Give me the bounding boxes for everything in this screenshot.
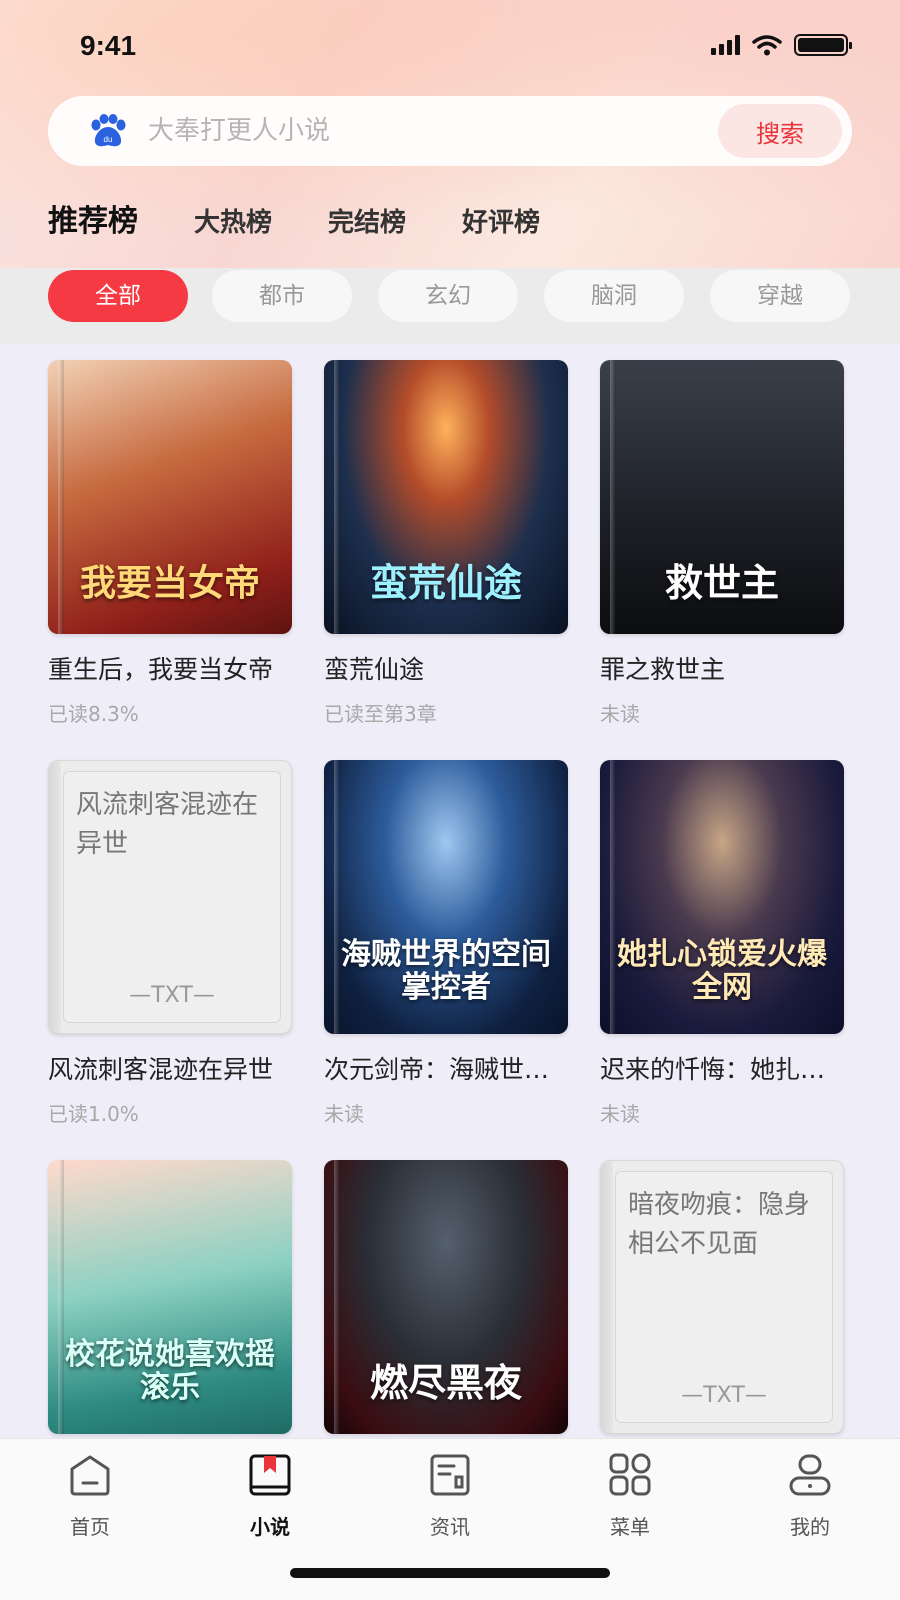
svg-text:du: du	[104, 135, 113, 144]
chip-imaginative[interactable]: 脑洞	[544, 270, 684, 322]
book-card[interactable]: 蛮荒仙途 蛮荒仙途 已读至第3章	[324, 360, 568, 727]
placeholder-page: 风流刺客混迹在异世 —TXT—	[63, 771, 281, 1023]
cover-title: 她扎心锁爱火爆全网	[617, 937, 827, 1005]
tab-recommend-rank[interactable]: 推荐榜	[48, 196, 138, 240]
tab-label: 资讯	[430, 1515, 470, 1539]
txt-format-label: —TXT—	[681, 1383, 767, 1408]
book-cover-placeholder[interactable]: 风流刺客混迹在异世 —TXT—	[48, 760, 292, 1034]
book-cover[interactable]: 海贼世界的空间掌控者	[324, 760, 568, 1034]
cover-title: 蛮荒仙途	[369, 560, 522, 606]
read-progress: 已读8.3%	[48, 702, 139, 726]
book-card[interactable]: 暗夜吻痕：隐身相公不见面 —TXT—	[600, 1160, 844, 1434]
read-progress: 未读	[600, 1102, 640, 1126]
chip-all[interactable]: 全部	[48, 270, 188, 322]
tab-label: 我的	[790, 1515, 830, 1539]
chip-fantasy[interactable]: 玄幻	[378, 270, 518, 322]
cover-title: 海贼世界的空间掌控者	[341, 937, 551, 1005]
chip-time-travel[interactable]: 穿越	[710, 270, 850, 322]
read-progress: 未读	[324, 1102, 364, 1126]
book-title[interactable]: 次元剑帝：海贼世界的空间掌控者	[324, 1050, 568, 1086]
chip-urban[interactable]: 都市	[212, 270, 352, 322]
book-icon	[249, 1454, 291, 1496]
cover-title: 暗夜吻痕：隐身相公不见面	[628, 1190, 811, 1259]
news-icon	[430, 1454, 470, 1496]
book-title[interactable]: 重生后，我要当女帝	[48, 650, 292, 686]
status-bar: 9:41	[0, 0, 900, 92]
cover-title: 救世主	[664, 560, 779, 606]
book-card[interactable]: 她扎心锁爱火爆全网 迟来的忏悔：她扎心锁爱火爆全网 未读	[600, 760, 844, 1127]
home-icon	[70, 1455, 110, 1496]
book-card[interactable]: 风流刺客混迹在异世 —TXT— 风流刺客混迹在异世 已读1.0%	[48, 760, 292, 1127]
cover-title: 校花说她喜欢摇滚乐	[65, 1337, 275, 1405]
tab-label: 首页	[70, 1515, 110, 1539]
cover-title: 我要当女帝	[79, 562, 260, 605]
search-button[interactable]: 搜索	[718, 104, 842, 158]
tab-profile[interactable]: 我的	[750, 1453, 870, 1540]
search-bar[interactable]: du 搜索	[48, 96, 852, 166]
book-cover-placeholder[interactable]: 暗夜吻痕：隐身相公不见面 —TXT—	[600, 1160, 844, 1434]
book-card[interactable]: 我要当女帝 重生后，我要当女帝 已读8.3%	[48, 360, 292, 727]
book-cover[interactable]: 蛮荒仙途	[324, 360, 568, 634]
book-title[interactable]: 风流刺客混迹在异世	[48, 1050, 292, 1086]
status-icons	[711, 34, 852, 56]
placeholder-page: 暗夜吻痕：隐身相公不见面 —TXT—	[615, 1171, 833, 1423]
tab-label: 小说	[250, 1515, 290, 1539]
book-card[interactable]: 校花说她喜欢摇滚乐	[48, 1160, 292, 1434]
tab-home[interactable]: 首页	[30, 1453, 150, 1540]
book-title[interactable]: 罪之救世主	[600, 650, 844, 686]
tab-hot-rank[interactable]: 大热榜	[194, 202, 272, 239]
book-cover[interactable]: 她扎心锁爱火爆全网	[600, 760, 844, 1034]
signal-icon	[711, 35, 740, 55]
txt-format-label: —TXT—	[129, 983, 215, 1008]
cover-title: 燃尽黑夜	[369, 1360, 522, 1406]
book-cover[interactable]: 校花说她喜欢摇滚乐	[48, 1160, 292, 1434]
read-progress: 未读	[600, 702, 640, 726]
search-input[interactable]	[148, 96, 688, 166]
tab-label: 菜单	[610, 1515, 650, 1539]
cover-title: 风流刺客混迹在异世	[76, 790, 259, 859]
grid-menu-icon	[609, 1453, 651, 1496]
book-card[interactable]: 燃尽黑夜	[324, 1160, 568, 1434]
book-title[interactable]: 蛮荒仙途	[324, 650, 568, 686]
tab-news[interactable]: 资讯	[390, 1453, 510, 1540]
home-indicator	[290, 1568, 610, 1578]
status-time: 9:41	[80, 30, 137, 61]
book-title[interactable]: 迟来的忏悔：她扎心锁爱火爆全网	[600, 1050, 844, 1086]
book-card[interactable]: 救世主 罪之救世主 未读	[600, 360, 844, 727]
book-cover[interactable]: 我要当女帝	[48, 360, 292, 634]
book-card[interactable]: 海贼世界的空间掌控者 次元剑帝：海贼世界的空间掌控者 未读	[324, 760, 568, 1127]
book-cover[interactable]: 救世主	[600, 360, 844, 634]
read-progress: 已读至第3章	[324, 702, 437, 726]
tab-menu[interactable]: 菜单	[570, 1453, 690, 1540]
book-cover[interactable]: 燃尽黑夜	[324, 1160, 568, 1434]
category-filter-row: 全部 都市 玄幻 脑洞 穿越	[0, 268, 900, 344]
read-progress: 已读1.0%	[48, 1102, 139, 1126]
wifi-icon	[752, 35, 782, 56]
tab-completed-rank[interactable]: 完结榜	[328, 202, 406, 239]
tab-novel[interactable]: 小说	[210, 1453, 330, 1540]
battery-icon	[794, 34, 852, 56]
tab-rated-rank[interactable]: 好评榜	[462, 202, 540, 239]
baidu-paw-icon: du	[91, 114, 126, 147]
ranking-tabs: 推荐榜 大热榜 完结榜 好评榜	[48, 196, 596, 240]
profile-icon	[789, 1454, 831, 1496]
